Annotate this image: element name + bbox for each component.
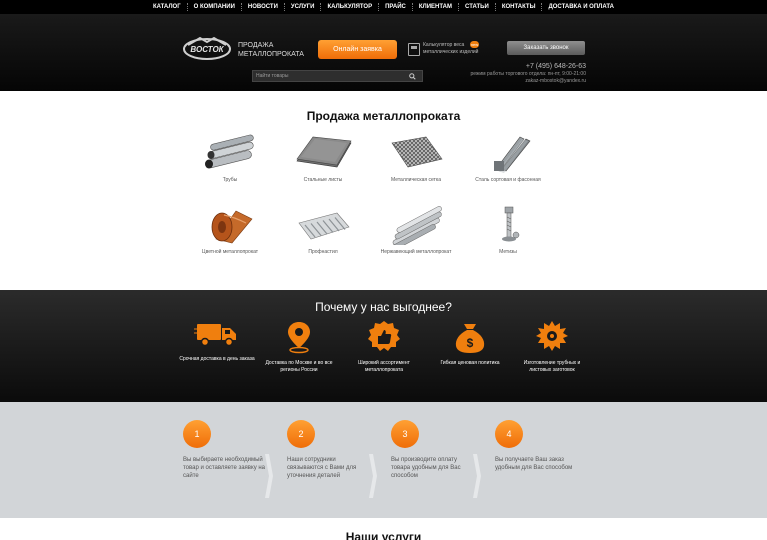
nav-item-contacts[interactable]: КОНТАКТЫ xyxy=(494,3,542,11)
thumbs-up-icon xyxy=(368,321,400,351)
metal-mesh-icon xyxy=(386,133,446,173)
working-hours: режим работы торгового отдела: пн-пт, 9:… xyxy=(470,71,586,77)
search-icon[interactable] xyxy=(409,73,416,80)
calculator-icon xyxy=(408,43,420,56)
logo-icon: ВОСТОК xyxy=(183,36,231,60)
nav-item-about[interactable]: О КОМПАНИИ xyxy=(186,3,241,11)
callback-button[interactable]: Заказать звонок xyxy=(507,41,585,55)
nav-item-delivery[interactable]: ДОСТАВКА И ОПЛАТА xyxy=(541,3,620,11)
nav-item-clients[interactable]: КЛИЕНТАМ xyxy=(411,3,458,11)
catalog-title: Продажа металлопроката xyxy=(306,109,461,123)
step-3: 3 Вы производите оплату товара удобным д… xyxy=(391,420,481,480)
why-us-title: Почему у нас выгоднее? xyxy=(315,300,452,314)
catalog-item-label: Нержавеющий металлопрокат xyxy=(380,249,452,255)
chevron-right-icon xyxy=(265,454,273,498)
catalog-item-label: Стальные листы xyxy=(303,177,343,183)
catalog-item-steel-sheets[interactable]: Стальные листы xyxy=(273,133,373,183)
search-input[interactable] xyxy=(256,71,406,81)
chevron-right-icon xyxy=(473,454,481,498)
top-navigation: КАТАЛОГ О КОМПАНИИ НОВОСТИ УСЛУГИ КАЛЬКУ… xyxy=(0,0,767,14)
catalog-item-pipes[interactable]: Трубы xyxy=(180,133,280,183)
online-request-button[interactable]: Онлайн заявка xyxy=(318,40,397,59)
nav-item-services[interactable]: УСЛУГИ xyxy=(283,3,321,11)
catalog-item-label: Металлическая сетка xyxy=(390,177,442,183)
catalog-item-metal-mesh[interactable]: Металлическая сетка xyxy=(366,133,466,183)
truck-icon xyxy=(194,324,236,347)
phone-number[interactable]: +7 (495) 648-26-63 xyxy=(440,62,586,71)
why-item-delivery-regions: Доставка по Москве и во все регионы Росс… xyxy=(259,320,339,374)
why-item-pricing: $ Гибкая ценовая политика xyxy=(430,320,510,367)
email-link[interactable]: zakaz-mbostok@yandex.ru xyxy=(440,78,586,85)
chevron-right-icon xyxy=(369,454,377,498)
catalog-item-label: Цветной металлопрокат xyxy=(201,249,259,255)
step-1: 1 Вы выбираете необходимый товар и остав… xyxy=(183,420,273,480)
bolts-icon xyxy=(478,205,538,245)
why-item-assortment: Широкий ассортимент металлопроката xyxy=(344,320,424,374)
catalog-item-label: Сталь сортовая и фасонная xyxy=(475,177,541,183)
svg-text:$: $ xyxy=(467,336,474,350)
stainless-pipes-icon xyxy=(386,205,446,251)
catalog-item-profnastil[interactable]: Профнастил xyxy=(273,205,373,255)
search-bar xyxy=(252,70,423,82)
step-number: 2 xyxy=(287,420,315,448)
step-text: Вы производите оплату товара удобным для… xyxy=(391,457,461,479)
nav-item-catalog[interactable]: КАТАЛОГ xyxy=(147,3,187,11)
catalog-item-stainless[interactable]: Нержавеющий металлопрокат xyxy=(366,205,466,255)
step-number: 3 xyxy=(391,420,419,448)
nav-item-articles[interactable]: СТАТЬИ xyxy=(458,3,495,11)
map-pin-icon xyxy=(288,322,310,354)
nav-item-calculator[interactable]: КАЛЬКУЛЯТОР xyxy=(320,3,378,11)
site-logo[interactable]: ВОСТОК xyxy=(182,35,232,61)
new-badge: new xyxy=(470,41,479,48)
order-steps-section: 1 Вы выбираете необходимый товар и остав… xyxy=(0,402,767,518)
copper-roll-icon xyxy=(200,205,260,245)
pipes-icon xyxy=(200,133,260,173)
catalog-item-nonferrous[interactable]: Цветной металлопрокат xyxy=(180,205,280,255)
money-bag-icon: $ xyxy=(455,324,485,353)
nav-item-price[interactable]: ПРАЙС xyxy=(378,3,412,11)
step-text: Наши сотрудники связываются с Вами для у… xyxy=(287,457,357,479)
why-item-blanks: Изготовление трубных и листовых заготово… xyxy=(512,320,592,374)
step-number: 1 xyxy=(183,420,211,448)
why-us-section: Почему у нас выгоднее? Срочная доставка … xyxy=(0,290,767,402)
weight-calculator-link[interactable]: Калькулятор веса металлических изделий n… xyxy=(408,41,488,62)
step-4: 4 Вы получаете Ваш заказ удобным для Вас… xyxy=(495,420,585,472)
brand-tagline: ПРОДАЖА МЕТАЛЛОПРОКАТА xyxy=(238,42,304,58)
step-text: Вы получаете Ваш заказ удобным для Вас с… xyxy=(495,457,573,471)
step-2: 2 Наши сотрудники связываются с Вами для… xyxy=(287,420,377,480)
steel-sheets-icon xyxy=(293,133,353,173)
catalog-item-steel-beam[interactable]: Сталь сортовая и фасонная xyxy=(458,133,558,183)
nav-item-news[interactable]: НОВОСТИ xyxy=(240,3,284,11)
services-title: Наши услуги xyxy=(345,530,422,540)
catalog-item-label: Метизы xyxy=(499,249,517,255)
site-header: ВОСТОК ПРОДАЖА МЕТАЛЛОПРОКАТА Онлайн зая… xyxy=(0,14,767,91)
why-item-urgent-delivery: Срочная доставка в день заказа xyxy=(177,320,257,363)
catalog-item-fasteners[interactable]: Метизы xyxy=(458,205,558,255)
svg-text:ВОСТОК: ВОСТОК xyxy=(190,45,224,54)
saw-blade-icon xyxy=(536,321,568,351)
catalog-item-label: Профнастил xyxy=(308,249,338,255)
steel-beam-icon xyxy=(478,133,538,173)
contact-info: +7 (495) 648-26-63 режим работы торговог… xyxy=(440,62,586,85)
corrugated-sheet-icon xyxy=(293,205,353,245)
step-number: 4 xyxy=(495,420,523,448)
step-text: Вы выбираете необходимый товар и оставля… xyxy=(183,457,266,479)
catalog-item-label: Трубы xyxy=(222,177,238,183)
